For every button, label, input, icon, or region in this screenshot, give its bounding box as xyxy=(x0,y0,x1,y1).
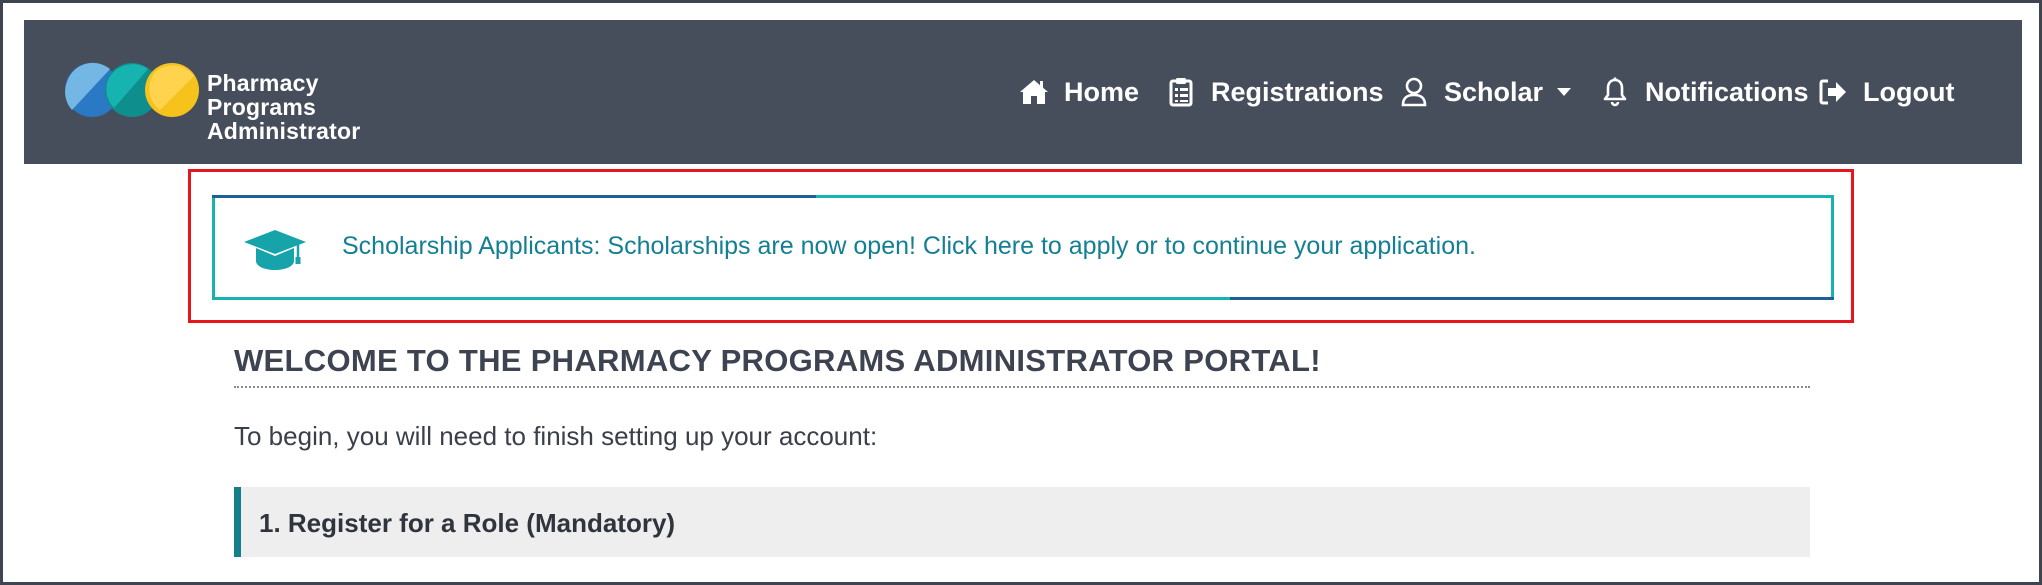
logo-mark-icon xyxy=(65,62,199,117)
app-logo[interactable]: Pharmacy Programs Administrator xyxy=(62,62,432,143)
logo-line-2: Administrator xyxy=(207,118,361,144)
step-register-role-label: 1. Register for a Role (Mandatory) xyxy=(259,508,676,538)
logo-line-1: Pharmacy Programs xyxy=(207,70,319,120)
bell-icon xyxy=(1599,76,1631,108)
nav-home[interactable]: Home xyxy=(1018,72,1139,112)
logout-icon xyxy=(1817,76,1849,108)
alert-accent-bottom xyxy=(1230,297,1834,300)
scholarship-alert-banner[interactable]: Scholarship Applicants: Scholarships are… xyxy=(212,195,1834,300)
nav-notifications-label: Notifications xyxy=(1645,76,1809,107)
user-icon xyxy=(1398,76,1430,108)
chevron-down-icon xyxy=(1557,88,1572,96)
alert-accent-top xyxy=(212,195,816,198)
page-title: WELCOME TO THE PHARMACY PROGRAMS ADMINIS… xyxy=(234,343,1810,388)
alert-text[interactable]: Scholarship Applicants: Scholarships are… xyxy=(342,232,1476,261)
clipboard-icon xyxy=(1165,76,1197,108)
nav-notifications[interactable]: Notifications xyxy=(1599,72,1809,112)
nav-logout[interactable]: Logout xyxy=(1817,72,1954,112)
nav-logout-label: Logout xyxy=(1863,76,1955,107)
window-frame: Pharmacy Programs Administrator Home Reg… xyxy=(0,0,2042,585)
home-icon xyxy=(1018,76,1050,108)
nav-registrations-label: Registrations xyxy=(1211,76,1384,107)
nav-home-label: Home xyxy=(1064,76,1140,107)
nav-registrations[interactable]: Registrations xyxy=(1165,72,1384,112)
nav-scholar-dropdown[interactable]: Scholar xyxy=(1398,72,1572,112)
top-navbar: Pharmacy Programs Administrator Home Reg… xyxy=(24,20,2022,164)
logo-text: Pharmacy Programs Administrator xyxy=(207,71,432,143)
nav-scholar-label: Scholar xyxy=(1444,76,1544,107)
intro-text: To begin, you will need to finish settin… xyxy=(234,421,878,451)
graduation-cap-icon xyxy=(242,228,308,272)
step-register-role[interactable]: 1. Register for a Role (Mandatory) xyxy=(234,487,1810,557)
